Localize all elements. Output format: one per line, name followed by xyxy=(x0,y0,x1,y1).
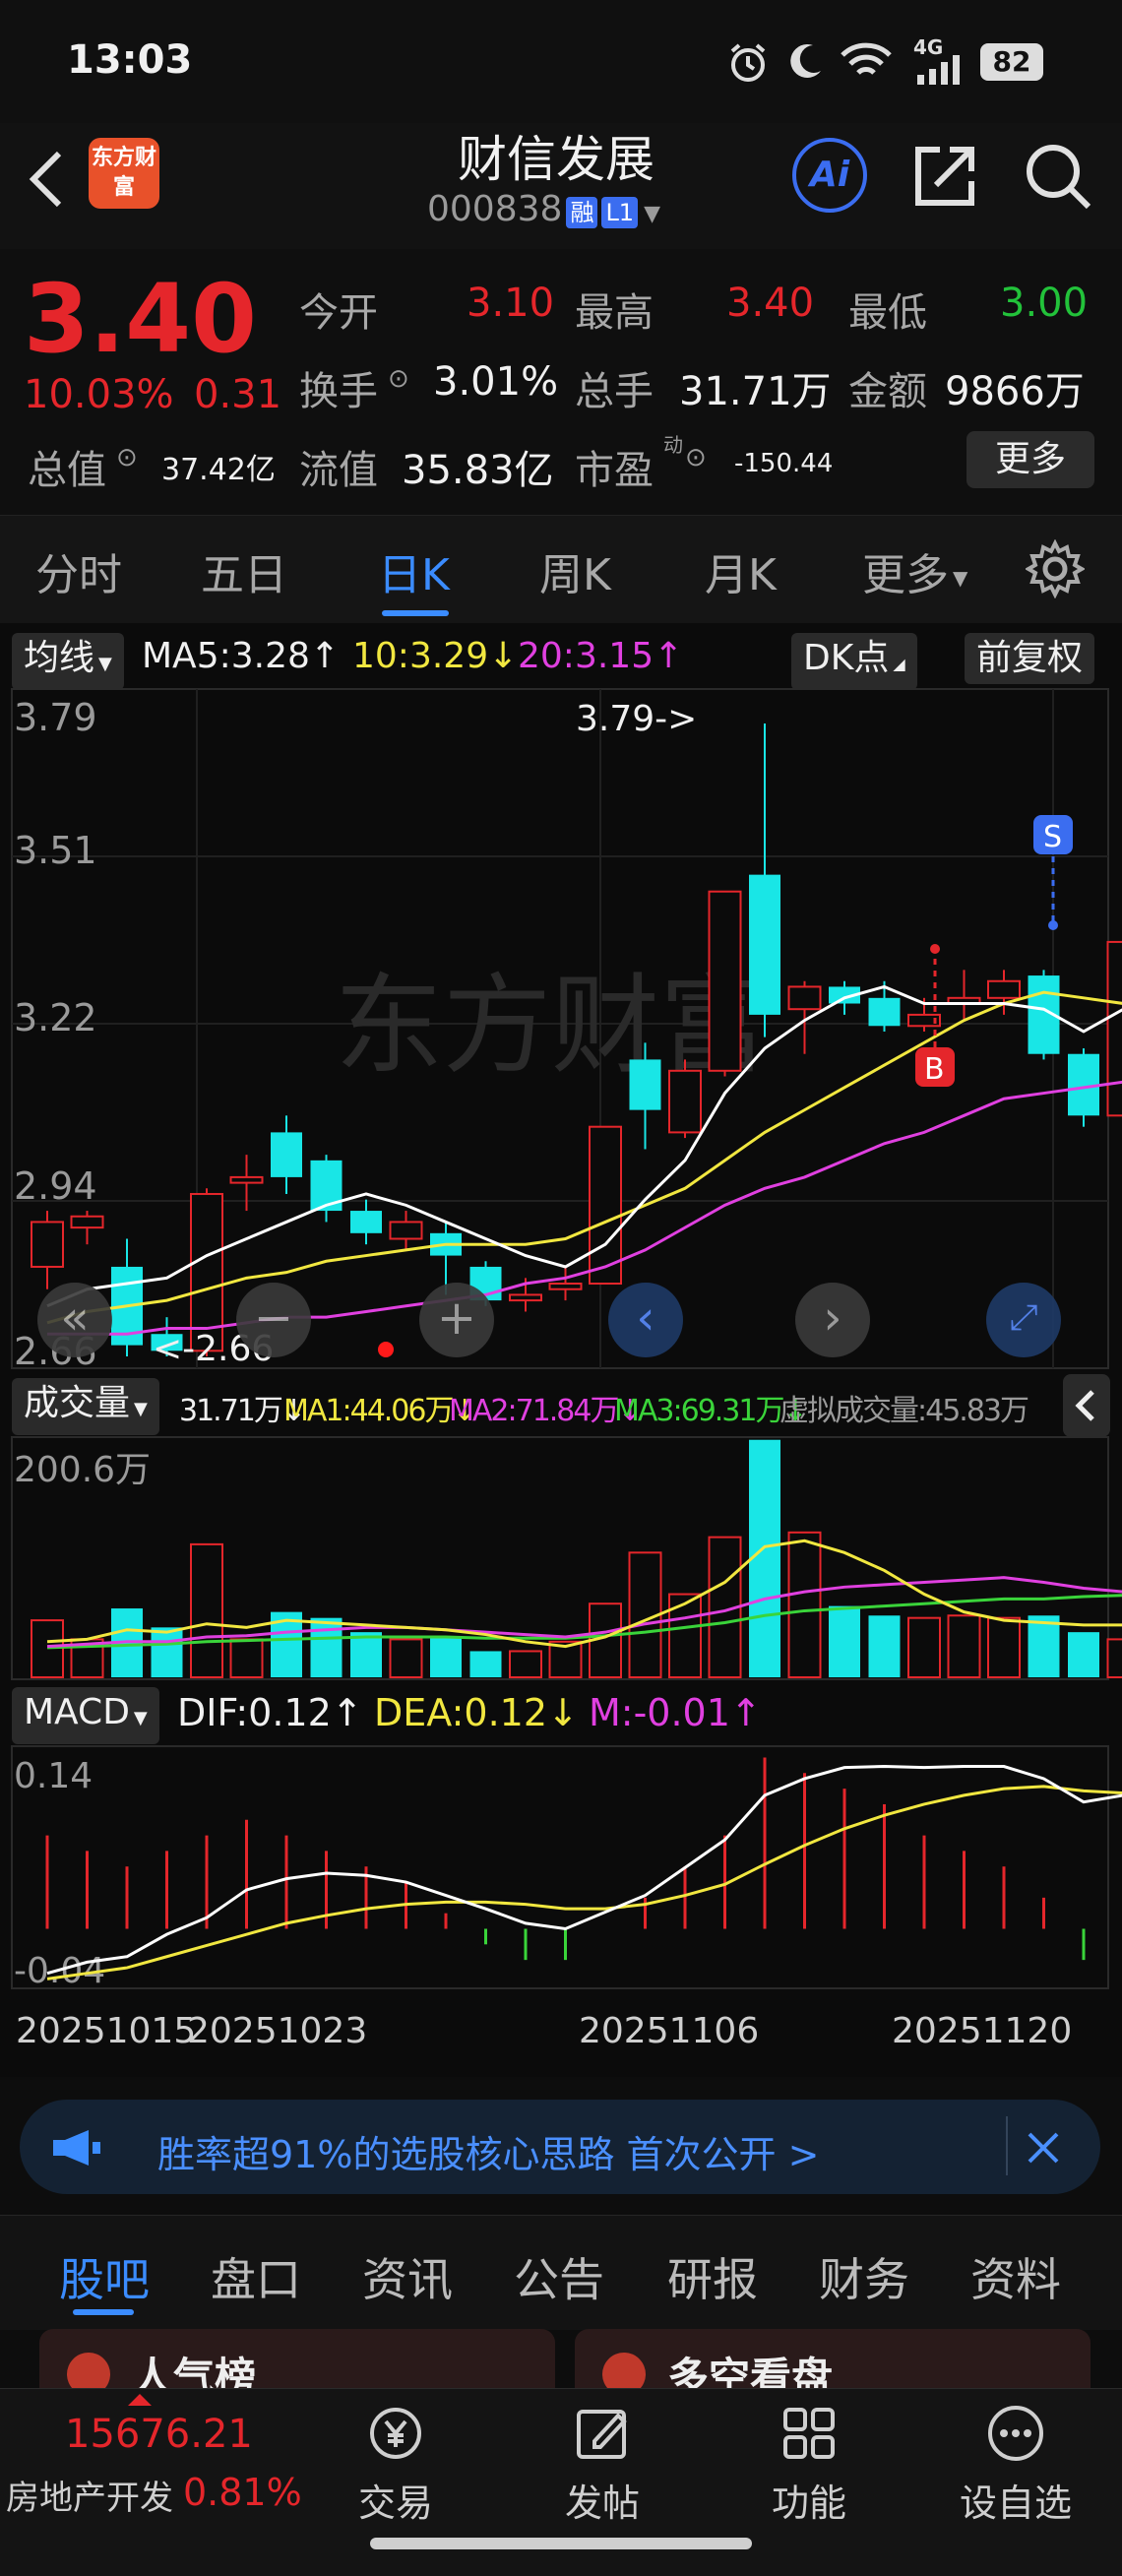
candle-body-down xyxy=(350,1211,382,1233)
nav-post-label: 发帖 xyxy=(565,2482,640,2525)
volume-bar-down xyxy=(1068,1632,1099,1677)
volume-bar-up xyxy=(391,1639,422,1677)
candle-body-up xyxy=(669,1071,701,1133)
volume-bar-up xyxy=(510,1651,541,1677)
high-annotation: 3.79-> xyxy=(576,699,697,739)
tab-orderbook[interactable]: 盘口 xyxy=(211,2244,301,2309)
volume-bar-down xyxy=(430,1637,462,1677)
tab-research[interactable]: 研报 xyxy=(667,2244,758,2309)
candle-body-down xyxy=(749,875,780,1015)
banner-text: 胜率超91%的选股核心思路 首次公开 > xyxy=(157,2124,819,2178)
grid-icon xyxy=(778,2402,841,2465)
tab-news[interactable]: 资讯 xyxy=(362,2244,453,2309)
megaphone-icon xyxy=(49,2126,104,2169)
nav-functions[interactable]: 功能 xyxy=(750,2402,868,2527)
volume-bar-down xyxy=(829,1606,860,1677)
nav-trade-label: 交易 xyxy=(358,2482,433,2525)
macd-tick: 0.14 xyxy=(14,1756,93,1796)
volume-bar-up xyxy=(191,1544,222,1677)
price-tick: 2.94 xyxy=(14,1164,97,1208)
candle-body-up xyxy=(391,1222,422,1238)
candle-body-down xyxy=(869,998,901,1026)
index-value[interactable]: 15676.21 xyxy=(65,2412,253,2457)
volume-bar-down xyxy=(311,1618,343,1677)
candle-body-up xyxy=(72,1217,103,1227)
candle-body-down xyxy=(630,1059,661,1109)
volume-bar-up xyxy=(669,1595,701,1677)
candle-body-up xyxy=(510,1294,541,1300)
candle-body-up xyxy=(590,1127,621,1284)
volume-bar-down xyxy=(152,1627,183,1677)
sell-marker-label: S xyxy=(1043,820,1062,854)
nav-add-watchlist-label: 设自选 xyxy=(960,2482,1072,2525)
candle-body-up xyxy=(231,1177,263,1183)
fullscreen-icon[interactable]: ⤢ xyxy=(986,1283,1061,1357)
volume-bar-down xyxy=(470,1651,502,1677)
volume-bar-up xyxy=(1108,1639,1122,1677)
volume-bar-down xyxy=(1028,1615,1060,1677)
candle-body-up xyxy=(988,981,1020,998)
more-dots-icon xyxy=(984,2402,1047,2465)
volume-bars-group xyxy=(31,1440,1122,1677)
volume-bar-up xyxy=(988,1618,1020,1677)
buy-marker-label: B xyxy=(924,1052,945,1087)
red-dot-marker xyxy=(378,1342,394,1357)
active-info-tab-indicator xyxy=(73,2309,134,2315)
nav-post[interactable]: 发帖 xyxy=(543,2402,661,2527)
price-tick: 3.51 xyxy=(14,829,97,872)
macd-dea-line xyxy=(47,1787,1122,1979)
volume-bar-down xyxy=(749,1440,780,1677)
price-tick: 3.79 xyxy=(14,696,97,739)
tab-financials[interactable]: 财务 xyxy=(819,2244,909,2309)
candle-body-up xyxy=(550,1284,582,1289)
volume-bar-up xyxy=(31,1620,63,1677)
next-icon[interactable]: › xyxy=(795,1283,870,1357)
volume-tick: 200.6万 xyxy=(14,1450,151,1490)
tab-profile[interactable]: 资料 xyxy=(970,2244,1061,2309)
volume-bar-up xyxy=(789,1533,821,1677)
banner-divider xyxy=(1006,2116,1008,2175)
tab-forum[interactable]: 股吧 xyxy=(59,2244,150,2309)
volume-bar-down xyxy=(350,1632,382,1677)
candle-body-down xyxy=(271,1132,302,1177)
date-label: 20251023 xyxy=(187,2011,367,2051)
yen-icon xyxy=(364,2402,427,2465)
date-label: 20251106 xyxy=(579,2011,759,2051)
macd-panel-frame xyxy=(12,1746,1108,1988)
home-indicator[interactable] xyxy=(370,2538,752,2549)
volume-bar-up xyxy=(908,1618,940,1677)
popularity-card[interactable]: 人气榜 xyxy=(39,2329,555,2388)
date-label: 20251120 xyxy=(892,2011,1072,2051)
edit-icon xyxy=(571,2402,634,2465)
macd-group xyxy=(47,1757,1122,1979)
volume-bar-up xyxy=(231,1639,263,1677)
candle-body-up xyxy=(31,1222,63,1267)
price-tick: 3.22 xyxy=(14,996,97,1039)
zoom-out-icon[interactable]: − xyxy=(236,1283,311,1357)
candle-body-up xyxy=(1108,942,1122,1115)
nav-trade[interactable]: 交易 xyxy=(337,2402,455,2527)
watermark: 东方财富 xyxy=(335,963,768,1089)
index-change: 0.81% xyxy=(183,2471,302,2514)
rewind-icon[interactable]: « xyxy=(37,1283,112,1357)
date-label: 20251015 xyxy=(16,2011,196,2051)
volume-bar-up xyxy=(949,1615,980,1677)
sell-marker-dot xyxy=(1048,920,1058,930)
candle-body-up xyxy=(710,892,741,1071)
bull-bear-card[interactable]: 多空看盘 xyxy=(575,2329,1091,2388)
prev-icon[interactable]: ‹ xyxy=(608,1283,683,1357)
volume-bar-down xyxy=(869,1615,901,1677)
tab-announcements[interactable]: 公告 xyxy=(514,2244,604,2309)
buy-marker-dot xyxy=(930,944,940,954)
nav-functions-label: 功能 xyxy=(772,2482,846,2525)
up-triangle-icon xyxy=(128,2394,152,2406)
candle-body-up xyxy=(789,986,821,1009)
nav-add-watchlist[interactable]: 设自选 xyxy=(957,2402,1075,2527)
zoom-in-icon[interactable]: + xyxy=(419,1283,494,1357)
index-name[interactable]: 房地产开发 xyxy=(6,2471,173,2519)
close-icon[interactable] xyxy=(1024,2128,1063,2168)
